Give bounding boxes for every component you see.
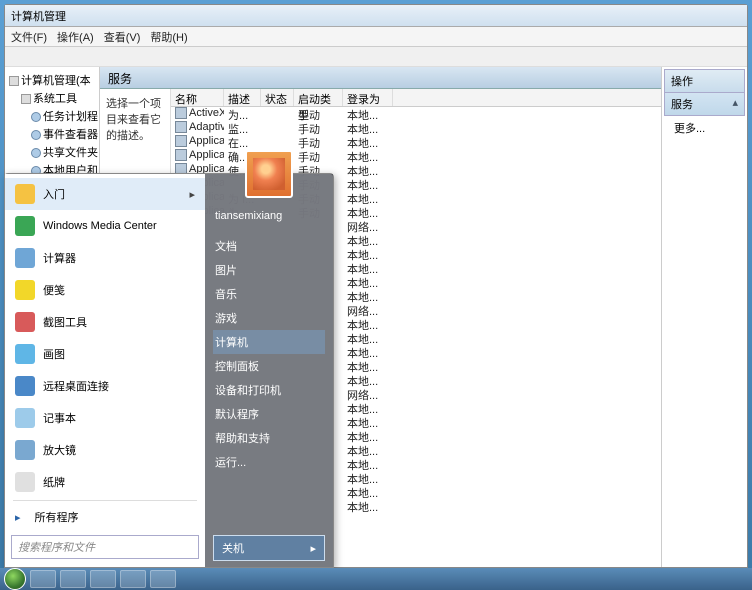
taskbar-app2-icon[interactable] <box>150 570 176 588</box>
start-right-link[interactable]: 帮助和支持 <box>213 426 325 450</box>
table-row[interactable]: ActiveX...为...手动本地... <box>171 107 661 121</box>
tree-task[interactable]: 任务计划程 <box>7 107 97 125</box>
col-logon[interactable]: 登录为 <box>343 89 393 106</box>
taskbar <box>0 568 752 590</box>
shutdown-button[interactable]: 关机 <box>213 535 325 561</box>
start-item[interactable]: 记事本 <box>5 402 205 434</box>
col-name[interactable]: 名称 <box>171 89 224 106</box>
tree-root[interactable]: 计算机管理(本 <box>7 71 97 89</box>
menu-file[interactable]: 文件(F) <box>11 29 47 45</box>
user-name[interactable]: tiansemixiang <box>213 206 325 226</box>
start-right-link[interactable]: 默认程序 <box>213 402 325 426</box>
start-item[interactable]: 入门 <box>5 178 205 210</box>
menu-bar: 文件(F) 操作(A) 查看(V) 帮助(H) <box>5 27 747 47</box>
start-right-link[interactable]: 图片 <box>213 258 325 282</box>
app-icon <box>15 472 35 492</box>
start-right-pane: tiansemixiang 文档图片音乐游戏计算机控制面板设备和打印机默认程序帮… <box>205 174 333 567</box>
taskbar-wmp-icon[interactable] <box>90 570 116 588</box>
start-menu: 入门Windows Media Center计算器便笺截图工具画图远程桌面连接记… <box>4 173 334 568</box>
window-title: 计算机管理 <box>11 8 66 24</box>
app-icon <box>15 280 35 300</box>
services-header: 服务 <box>100 67 661 89</box>
col-start[interactable]: 启动类型 <box>294 89 343 106</box>
start-right-link[interactable]: 计算机 <box>213 330 325 354</box>
start-item[interactable]: 放大镜 <box>5 434 205 466</box>
actions-more[interactable]: 更多... <box>664 116 745 140</box>
app-icon <box>15 440 35 460</box>
start-item[interactable]: 便笺 <box>5 274 205 306</box>
app-icon <box>15 184 35 204</box>
taskbar-app-icon[interactable] <box>120 570 146 588</box>
start-button[interactable] <box>4 568 26 590</box>
col-status[interactable]: 状态 <box>261 89 294 106</box>
start-item[interactable]: Windows Media Center <box>5 210 205 242</box>
taskbar-ie-icon[interactable] <box>30 570 56 588</box>
start-right-link[interactable]: 文档 <box>213 234 325 258</box>
table-row[interactable]: Adaptiv...监...手动本地... <box>171 121 661 135</box>
separator <box>13 500 197 501</box>
app-icon <box>15 344 35 364</box>
title-bar[interactable]: 计算机管理 <box>5 5 747 27</box>
search-box[interactable]: 搜索程序和文件 <box>11 535 199 559</box>
column-headers: 名称 描述 状态 启动类型 登录为 <box>171 89 661 107</box>
tree-share[interactable]: 共享文件夹 <box>7 143 97 161</box>
app-icon <box>15 408 35 428</box>
app-icon <box>15 376 35 396</box>
start-item[interactable]: 计算器 <box>5 242 205 274</box>
start-right-link[interactable]: 控制面板 <box>213 354 325 378</box>
app-icon <box>15 216 35 236</box>
tree-systools[interactable]: 系统工具 <box>7 89 97 107</box>
menu-view[interactable]: 查看(V) <box>104 29 141 45</box>
start-item[interactable]: 远程桌面连接 <box>5 370 205 402</box>
taskbar-explorer-icon[interactable] <box>60 570 86 588</box>
user-avatar[interactable] <box>245 150 293 198</box>
actions-title: 操作 <box>664 69 745 93</box>
actions-pane: 操作 服务 更多... <box>662 67 747 567</box>
start-item[interactable]: 截图工具 <box>5 306 205 338</box>
start-right-link[interactable]: 设备和打印机 <box>213 378 325 402</box>
start-right-link[interactable]: 音乐 <box>213 282 325 306</box>
tree-event[interactable]: 事件查看器 <box>7 125 97 143</box>
start-item[interactable]: 纸牌 <box>5 466 205 498</box>
start-right-link[interactable]: 运行... <box>213 450 325 474</box>
toolbar <box>5 47 747 67</box>
col-desc[interactable]: 描述 <box>224 89 261 106</box>
table-row[interactable]: Applica...在...手动本地... <box>171 135 661 149</box>
all-programs[interactable]: 所有程序 <box>5 503 205 531</box>
app-icon <box>15 248 35 268</box>
app-icon <box>15 312 35 332</box>
start-right-link[interactable]: 游戏 <box>213 306 325 330</box>
actions-services[interactable]: 服务 <box>664 93 745 116</box>
menu-action[interactable]: 操作(A) <box>57 29 94 45</box>
start-left-pane: 入门Windows Media Center计算器便笺截图工具画图远程桌面连接记… <box>5 174 205 567</box>
start-item[interactable]: 画图 <box>5 338 205 370</box>
menu-help[interactable]: 帮助(H) <box>150 29 187 45</box>
